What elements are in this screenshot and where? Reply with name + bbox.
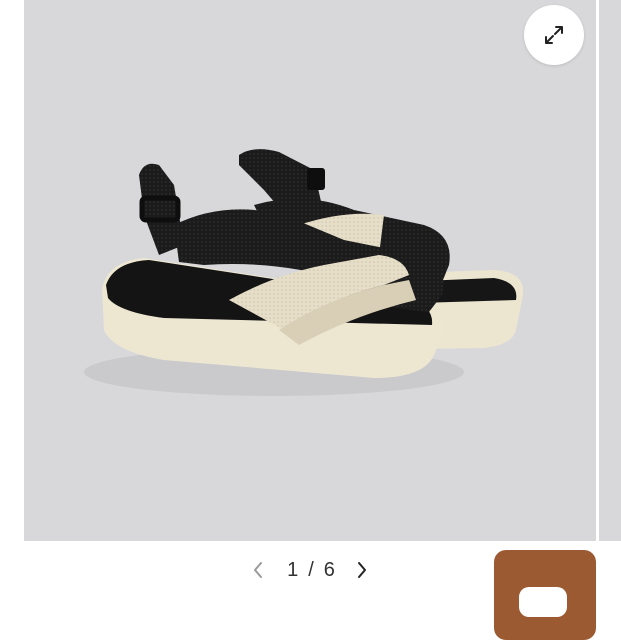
product-image-gallery[interactable] <box>24 0 596 541</box>
chevron-right-icon <box>358 562 366 578</box>
chevron-left-icon <box>254 562 262 578</box>
chat-bubble-icon <box>519 587 567 617</box>
expand-arrows-icon <box>545 26 563 44</box>
previous-image-button[interactable] <box>248 558 268 582</box>
current-page: 1 <box>287 558 301 581</box>
page-separator: / <box>308 558 316 581</box>
product-image <box>84 149 524 396</box>
fullscreen-button[interactable] <box>524 5 584 65</box>
next-image-preview[interactable] <box>599 0 621 541</box>
next-image-button[interactable] <box>352 558 372 582</box>
total-pages: 6 <box>323 558 337 581</box>
page-indicator: 1 / 6 <box>280 558 344 582</box>
chat-button[interactable] <box>494 550 596 640</box>
